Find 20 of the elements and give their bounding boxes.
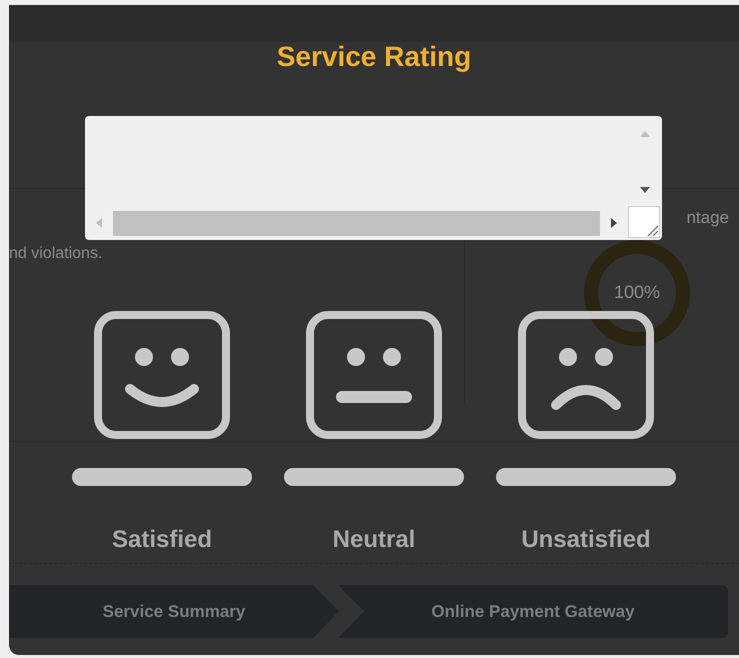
scroll-down-icon[interactable] xyxy=(638,186,650,194)
rating-label[interactable]: Satisfied xyxy=(112,526,212,554)
rating-label[interactable]: Neutral xyxy=(332,526,416,554)
rating-bar[interactable] xyxy=(284,468,464,486)
comment-field[interactable] xyxy=(84,116,662,240)
resize-grip-icon[interactable] xyxy=(628,206,660,238)
smiling-face-icon[interactable] xyxy=(94,311,230,439)
frowning-face-icon[interactable] xyxy=(518,311,654,439)
scrollbar-thumb[interactable] xyxy=(112,210,600,236)
scroll-right-icon[interactable] xyxy=(610,217,618,229)
rating-bar[interactable] xyxy=(496,468,676,486)
description-text: nd violations. xyxy=(9,245,102,262)
breadcrumb-step[interactable]: Service Summary xyxy=(9,585,339,638)
rating-bar[interactable] xyxy=(72,468,252,486)
donut-label: 100% xyxy=(612,282,662,303)
rating-label[interactable]: Unsatisfied xyxy=(521,526,651,554)
column-header-text: ntage xyxy=(686,208,729,228)
dialog-title: Service Rating xyxy=(276,40,472,74)
breadcrumb-step[interactable]: Online Payment Gateway xyxy=(338,585,728,638)
neutral-face-icon[interactable] xyxy=(306,311,442,439)
